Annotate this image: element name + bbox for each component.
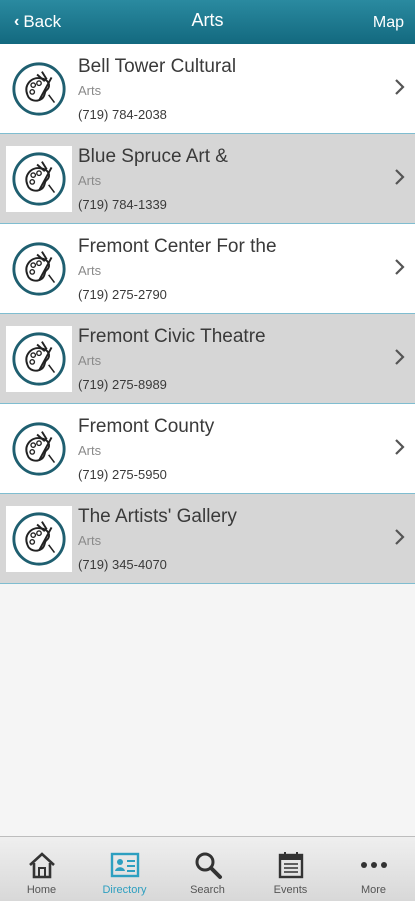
listing-name: Fremont County bbox=[78, 416, 215, 437]
page-title: Arts bbox=[191, 10, 224, 30]
tab-events[interactable]: Events bbox=[249, 837, 332, 901]
tab-search[interactable]: Search bbox=[166, 837, 249, 901]
tab-directory[interactable]: Directory bbox=[83, 837, 166, 901]
listing-category: Arts bbox=[78, 83, 102, 98]
chevron-right-icon bbox=[395, 259, 405, 275]
list-item[interactable]: The Artists' Gallery Arts (719) 345-4070 bbox=[0, 494, 415, 584]
list-item[interactable]: Fremont Center For the Arts (719) 275-27… bbox=[0, 224, 415, 314]
chevron-right-icon bbox=[395, 529, 405, 545]
listing-name: The Artists' Gallery bbox=[78, 506, 237, 527]
chevron-right-icon bbox=[395, 439, 405, 455]
chevron-right-icon bbox=[395, 79, 405, 95]
directory-icon bbox=[110, 852, 139, 878]
chevron-right-icon bbox=[395, 349, 405, 365]
calendar-icon bbox=[278, 852, 303, 879]
listing-category: Arts bbox=[78, 443, 102, 458]
more-icon bbox=[360, 862, 387, 868]
tab-label: Directory bbox=[102, 884, 147, 896]
chevron-right-icon bbox=[395, 169, 405, 185]
arts-palette-icon bbox=[6, 146, 72, 212]
arts-palette-icon bbox=[6, 506, 72, 572]
tab-more[interactable]: More bbox=[332, 837, 415, 901]
listing-list: Bell Tower Cultural Arts (719) 784-2038 … bbox=[0, 44, 415, 584]
listing-category: Arts bbox=[78, 263, 102, 278]
tab-home[interactable]: Home bbox=[0, 837, 83, 901]
listing-category: Arts bbox=[78, 533, 102, 548]
listing-phone: (719) 345-4070 bbox=[78, 557, 167, 572]
listing-name: Fremont Civic Theatre bbox=[78, 326, 266, 347]
tab-bar: Home Directory Search Events More bbox=[0, 836, 415, 901]
tab-label: More bbox=[360, 884, 387, 896]
listing-name: Bell Tower Cultural bbox=[78, 56, 237, 77]
tab-label: Events bbox=[273, 884, 308, 896]
listing-phone: (719) 275-2790 bbox=[78, 287, 167, 302]
listing-phone: (719) 784-1339 bbox=[78, 197, 167, 212]
arts-palette-icon bbox=[6, 236, 72, 302]
list-item[interactable]: Fremont County Arts (719) 275-5950 bbox=[0, 404, 415, 494]
search-icon bbox=[195, 852, 222, 879]
list-item[interactable]: Blue Spruce Art & Arts (719) 784-1339 bbox=[0, 134, 415, 224]
arts-palette-icon bbox=[6, 416, 72, 482]
nav-bar: ‹ Back Arts Map bbox=[0, 0, 415, 44]
list-item[interactable]: Bell Tower Cultural Arts (719) 784-2038 bbox=[0, 44, 415, 134]
tab-label: Search bbox=[190, 884, 225, 896]
list-item[interactable]: Fremont Civic Theatre Arts (719) 275-898… bbox=[0, 314, 415, 404]
arts-palette-icon bbox=[6, 326, 72, 392]
listing-name: Blue Spruce Art & bbox=[78, 146, 228, 167]
listing-category: Arts bbox=[78, 353, 102, 368]
home-icon bbox=[28, 852, 55, 879]
listing-category: Arts bbox=[78, 173, 102, 188]
listing-name: Fremont Center For the bbox=[78, 236, 277, 257]
tab-label: Home bbox=[26, 884, 57, 896]
listing-phone: (719) 275-8989 bbox=[78, 377, 167, 392]
arts-palette-icon bbox=[6, 56, 72, 122]
map-button[interactable]: Map bbox=[373, 14, 404, 32]
listing-phone: (719) 275-5950 bbox=[78, 467, 167, 482]
listing-phone: (719) 784-2038 bbox=[78, 107, 167, 122]
